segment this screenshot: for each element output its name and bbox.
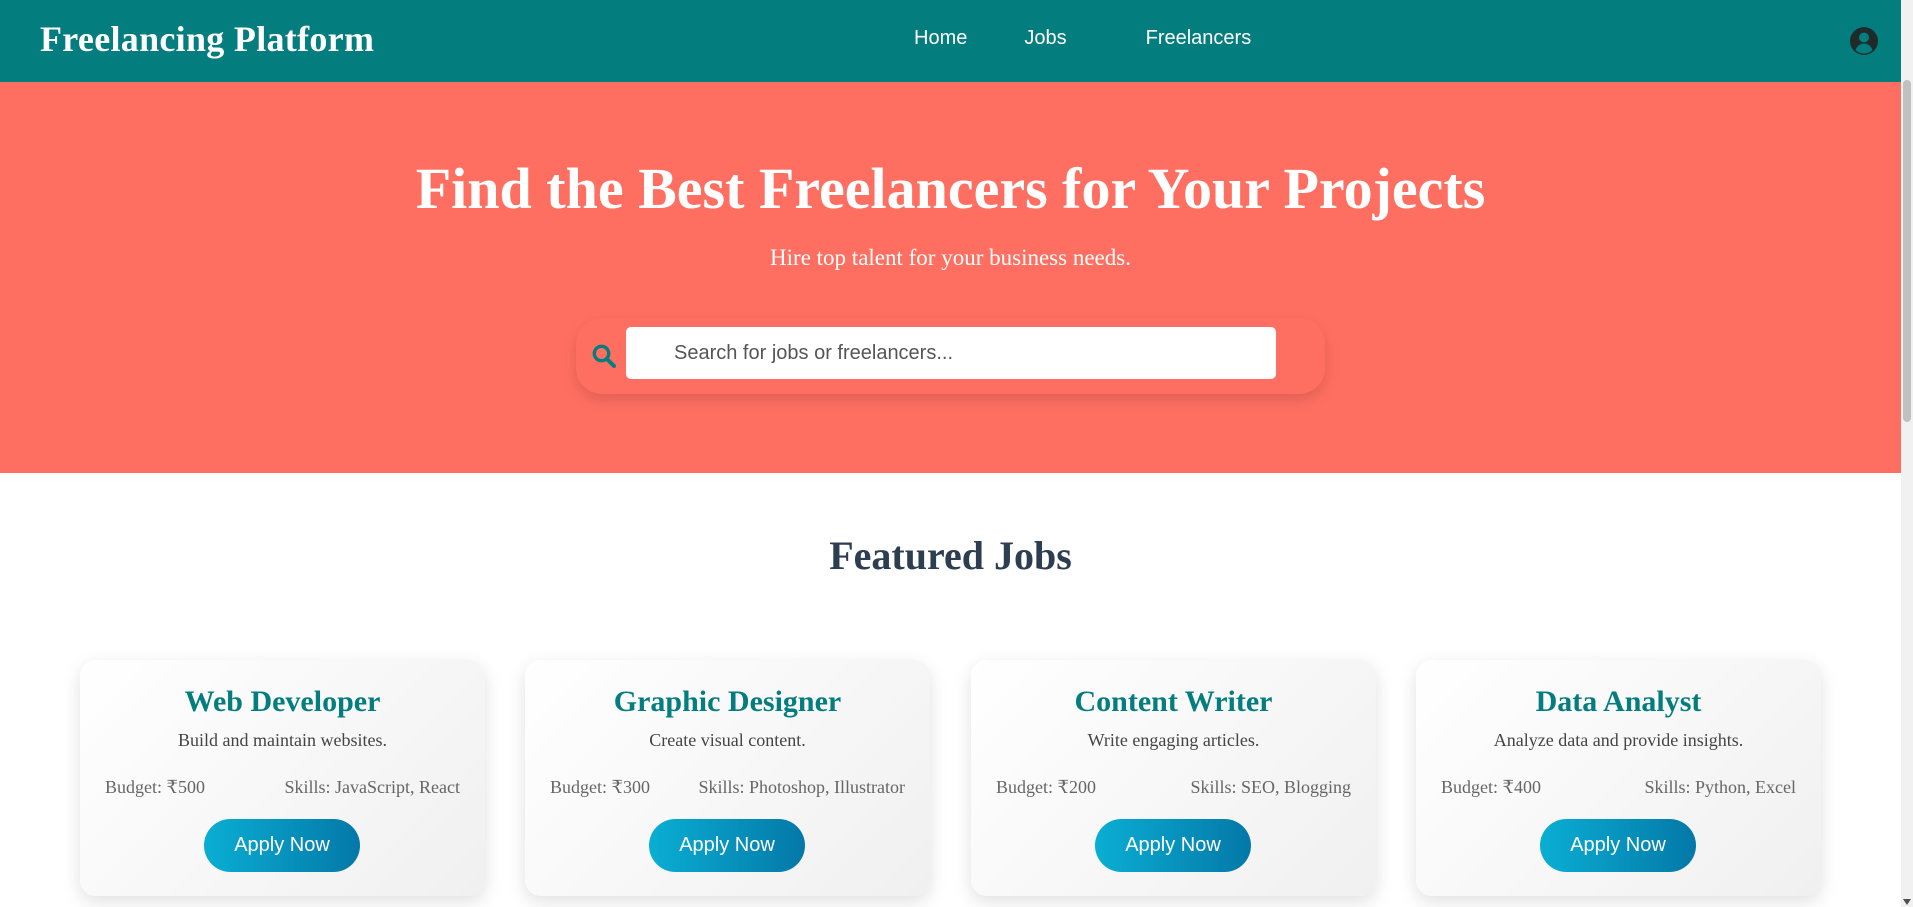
search-bar bbox=[576, 318, 1325, 394]
job-skills: Skills: JavaScript, React bbox=[284, 777, 460, 797]
job-title: Web Developer bbox=[184, 685, 381, 718]
vertical-scrollbar[interactable] bbox=[1901, 0, 1913, 907]
job-card-data-analyst: Data Analyst Analyze data and provide in… bbox=[1416, 660, 1821, 896]
search-input[interactable] bbox=[626, 327, 1276, 379]
job-title: Data Analyst bbox=[1535, 685, 1702, 718]
job-card-graphic-designer: Graphic Designer Create visual content. … bbox=[525, 660, 930, 896]
job-description: Create visual content. bbox=[649, 730, 806, 750]
job-cards: Web Developer Build and maintain website… bbox=[80, 660, 1821, 897]
job-budget: Budget: ₹500 bbox=[105, 777, 205, 797]
nav-links: Home Jobs Freelancers bbox=[914, 27, 1251, 50]
featured-jobs-title: Featured Jobs bbox=[829, 533, 1072, 578]
navbar: Freelancing Platform Home Jobs Freelance… bbox=[0, 0, 1901, 82]
job-skills: Skills: Photoshop, Illustrator bbox=[698, 777, 905, 797]
nav-link-home[interactable]: Home bbox=[914, 27, 967, 50]
apply-now-button[interactable]: Apply Now bbox=[204, 819, 360, 872]
job-card-web-developer: Web Developer Build and maintain website… bbox=[80, 660, 485, 896]
job-title: Content Writer bbox=[1074, 685, 1273, 718]
nav-link-jobs[interactable]: Jobs bbox=[1024, 27, 1066, 50]
hero-section: Find the Best Freelancers for Your Proje… bbox=[0, 82, 1901, 473]
job-meta: Budget: ₹200 Skills: SEO, Blogging bbox=[996, 777, 1351, 798]
hero-title: Find the Best Freelancers for Your Proje… bbox=[415, 156, 1486, 221]
job-meta: Budget: ₹300 Skills: Photoshop, Illustra… bbox=[550, 777, 905, 798]
job-description: Analyze data and provide insights. bbox=[1493, 730, 1744, 750]
job-budget: Budget: ₹300 bbox=[550, 777, 650, 797]
scrollbar-thumb[interactable] bbox=[1903, 80, 1911, 422]
job-skills: Skills: SEO, Blogging bbox=[1190, 777, 1351, 797]
job-meta: Budget: ₹400 Skills: Python, Excel bbox=[1441, 777, 1796, 798]
job-title: Graphic Designer bbox=[613, 685, 842, 718]
scroll-down-arrow-icon[interactable] bbox=[1903, 899, 1911, 905]
apply-now-button[interactable]: Apply Now bbox=[649, 819, 805, 872]
search-icon[interactable] bbox=[591, 343, 617, 369]
nav-link-freelancers[interactable]: Freelancers bbox=[1146, 27, 1252, 50]
hero-subtitle: Hire top talent for your business needs. bbox=[770, 245, 1131, 270]
apply-now-button[interactable]: Apply Now bbox=[1540, 819, 1696, 872]
job-skills: Skills: Python, Excel bbox=[1644, 777, 1796, 797]
page: Freelancing Platform Home Jobs Freelance… bbox=[0, 0, 1901, 907]
job-budget: Budget: ₹400 bbox=[1441, 777, 1541, 797]
brand-logo[interactable]: Freelancing Platform bbox=[40, 18, 374, 60]
job-budget: Budget: ₹200 bbox=[996, 777, 1096, 797]
job-description: Build and maintain websites. bbox=[178, 730, 387, 750]
apply-now-button[interactable]: Apply Now bbox=[1095, 819, 1251, 872]
job-description: Write engaging articles. bbox=[1087, 730, 1260, 750]
job-card-content-writer: Content Writer Write engaging articles. … bbox=[971, 660, 1376, 896]
job-meta: Budget: ₹500 Skills: JavaScript, React bbox=[105, 777, 460, 798]
user-circle-icon[interactable] bbox=[1849, 26, 1879, 56]
